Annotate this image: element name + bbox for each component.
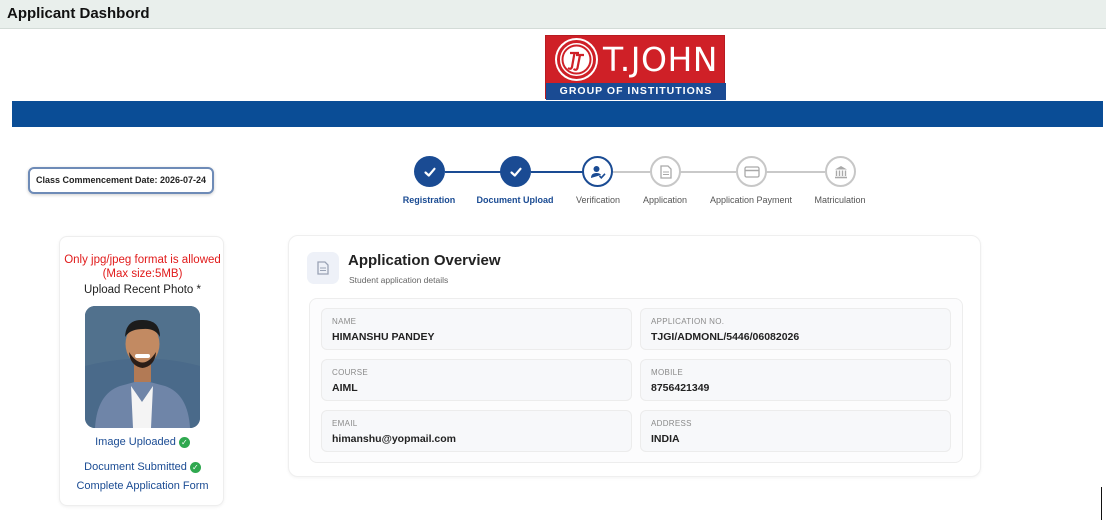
step-label-matriculation[interactable]: Matriculation <box>785 195 895 205</box>
field-value: INDIA <box>651 433 680 445</box>
status-label: Image Uploaded <box>95 436 176 448</box>
field-address: ADDRESS INDIA <box>640 410 951 452</box>
application-overview-card: Application Overview Student application… <box>288 235 981 477</box>
step-document-upload[interactable] <box>500 156 531 187</box>
step-verification[interactable] <box>582 156 613 187</box>
field-email: EMAIL himanshu@yopmail.com <box>321 410 632 452</box>
photo-format-note: Only jpg/jpeg format is allowed (Max siz… <box>64 254 221 280</box>
step-connector <box>445 171 501 173</box>
user-check-icon <box>590 165 606 179</box>
check-icon <box>509 167 522 177</box>
step-connector <box>531 171 583 173</box>
field-name: NAME HIMANSHU PANDEY <box>321 308 632 350</box>
step-matriculation[interactable] <box>825 156 856 187</box>
text-cursor <box>1101 487 1102 520</box>
field-mobile: MOBILE 8756421349 <box>640 359 951 401</box>
field-label: COURSE <box>332 368 369 377</box>
document-icon <box>659 164 672 179</box>
brand-tagline: GROUP OF INSTITUTIONS <box>546 83 726 100</box>
complete-application-form-link[interactable]: Complete Application Form <box>60 480 225 492</box>
status-document-submitted: Document Submitted ✓ <box>60 461 225 473</box>
applicant-details-grid: NAME HIMANSHU PANDEY APPLICATION NO. TJG… <box>309 298 963 463</box>
brand-name: T.JOHN <box>603 40 718 79</box>
field-application-no: APPLICATION NO. TJGI/ADMONL/5446/0608202… <box>640 308 951 350</box>
check-circle-icon: ✓ <box>189 461 201 473</box>
field-label: EMAIL <box>332 419 358 428</box>
upload-photo-label: Upload Recent Photo * <box>84 284 201 296</box>
field-value: HIMANSHU PANDEY <box>332 331 435 343</box>
step-application-payment[interactable] <box>736 156 767 187</box>
overview-title: Application Overview <box>348 252 501 269</box>
page-title: Applicant Dashbord <box>7 5 150 22</box>
field-label: NAME <box>332 317 357 326</box>
field-course: COURSE AIML <box>321 359 632 401</box>
step-registration[interactable] <box>414 156 445 187</box>
institution-logo: T.JOHN GROUP OF INSTITUTIONS <box>545 35 726 100</box>
status-image-uploaded: Image Uploaded ✓ <box>60 436 225 448</box>
photo-upload-card: Only jpg/jpeg format is allowed (Max siz… <box>59 236 224 506</box>
field-value: 8756421349 <box>651 382 710 394</box>
applicant-photo[interactable] <box>85 306 200 428</box>
header-band <box>12 101 1103 127</box>
step-connector <box>680 171 736 173</box>
field-value: himanshu@yopmail.com <box>332 433 457 445</box>
emblem-icon <box>557 40 596 79</box>
overview-subtitle: Student application details <box>349 275 449 285</box>
class-commencement-badge: Class Commencement Date: 2026-07-24 <box>28 167 214 194</box>
field-label: APPLICATION NO. <box>651 317 725 326</box>
step-application[interactable] <box>650 156 681 187</box>
field-value: TJGI/ADMONL/5446/06082026 <box>651 331 800 343</box>
status-label: Document Submitted <box>84 461 187 473</box>
institution-icon <box>834 165 847 178</box>
title-bar: Applicant Dashbord <box>0 0 1106 29</box>
field-label: ADDRESS <box>651 419 692 428</box>
field-value: AIML <box>332 382 358 394</box>
field-label: MOBILE <box>651 368 684 377</box>
credit-card-icon <box>743 165 760 178</box>
document-icon <box>307 252 339 284</box>
check-icon <box>423 167 436 177</box>
step-connector <box>613 171 650 173</box>
step-connector <box>766 171 825 173</box>
check-circle-icon: ✓ <box>178 436 190 448</box>
